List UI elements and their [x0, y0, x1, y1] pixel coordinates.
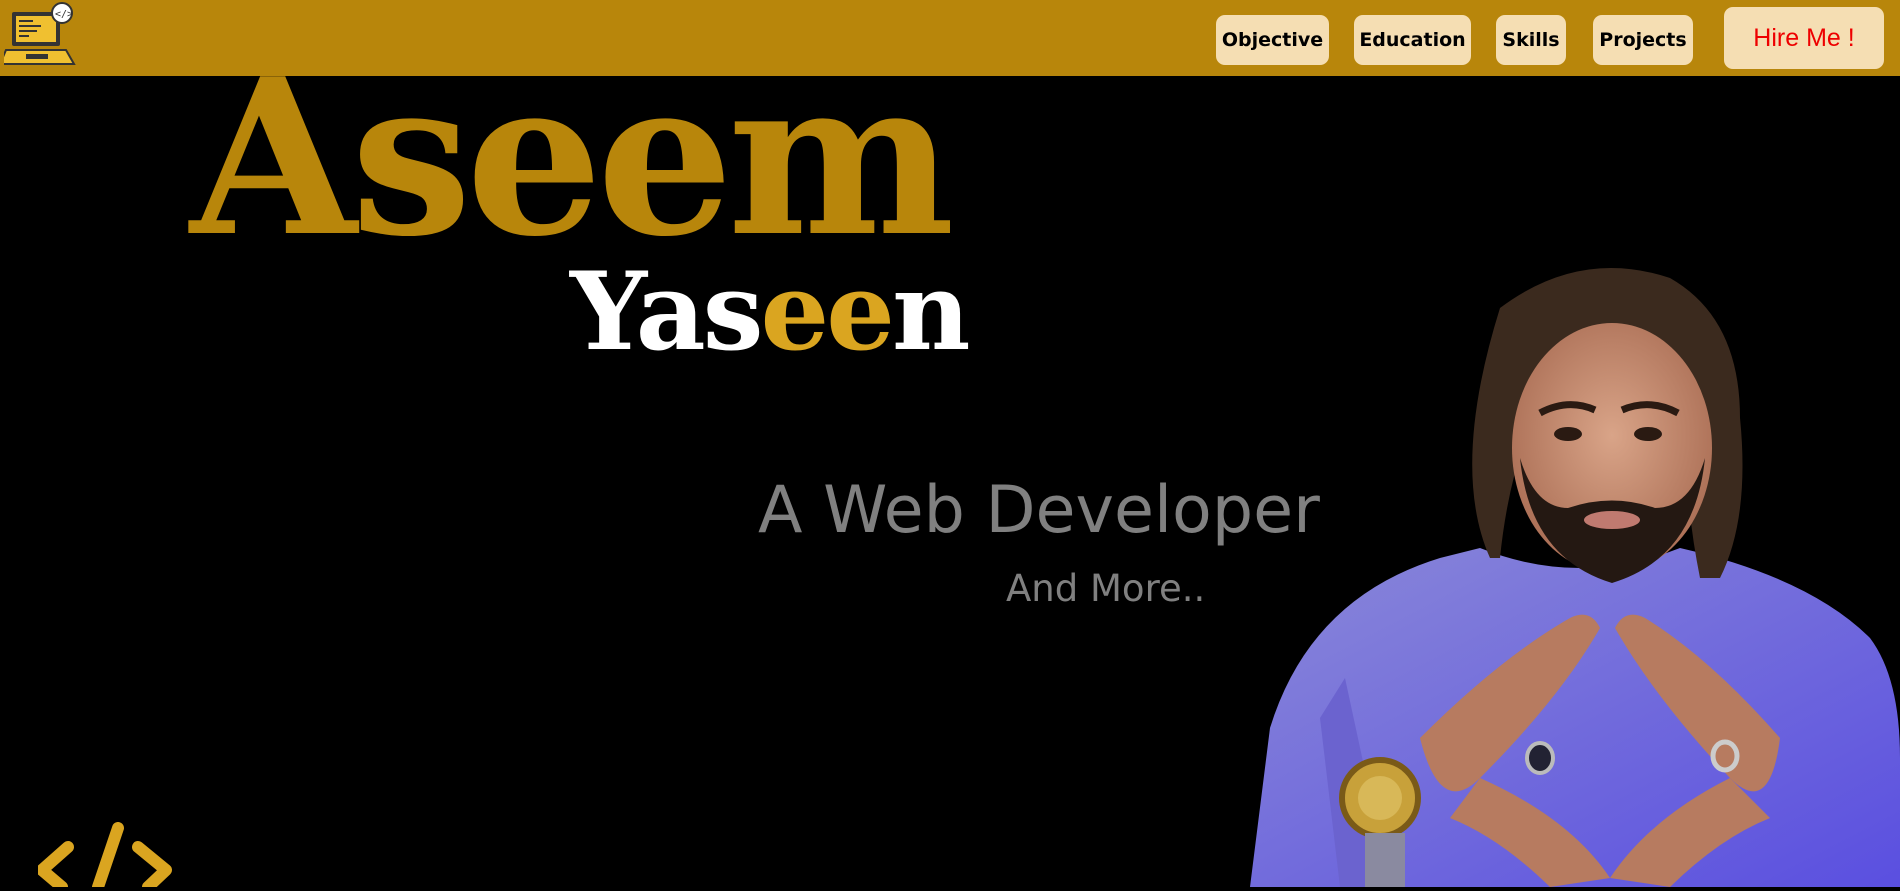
last-name-part1: Yas	[570, 249, 763, 375]
nav-objective-button[interactable]: Objective	[1216, 15, 1329, 65]
code-brackets-icon	[36, 822, 174, 891]
hero-more: And More..	[1006, 567, 1206, 610]
hero-first-name: Aseem	[190, 31, 955, 284]
hero-last-name: Yaseen	[570, 258, 970, 366]
last-name-part2: n	[891, 249, 971, 375]
svg-text:</>: </>	[55, 9, 73, 20]
nav-education-button[interactable]: Education	[1354, 15, 1471, 65]
hero-role: A Web Developer	[758, 473, 1320, 548]
last-name-accent: ee	[760, 249, 895, 375]
hire-me-button[interactable]: Hire Me !	[1724, 7, 1884, 69]
portrait-photo	[1250, 258, 1900, 887]
nav-skills-button[interactable]: Skills	[1496, 15, 1566, 65]
laptop-code-icon[interactable]: </>	[0, 2, 76, 70]
nav-projects-button[interactable]: Projects	[1593, 15, 1693, 65]
